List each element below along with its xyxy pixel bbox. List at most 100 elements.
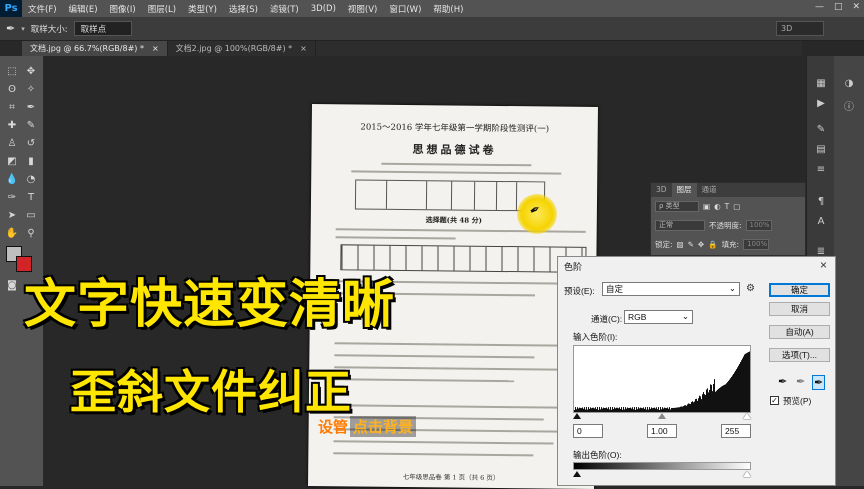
maximize-button[interactable]: □: [834, 2, 843, 12]
text-line: [334, 378, 515, 383]
histogram-bar: [683, 406, 684, 412]
menu-help[interactable]: 帮助(H): [427, 3, 469, 15]
histogram-bar: [737, 367, 738, 412]
info-panel-icon[interactable]: ⓘ: [840, 98, 858, 113]
lasso-tool-icon[interactable]: ʘ: [4, 82, 20, 96]
brush-panel-icon[interactable]: ✎: [812, 124, 830, 135]
dialog-close-icon[interactable]: ×: [820, 258, 827, 272]
gray-point-eyedropper-icon[interactable]: ✒: [796, 375, 805, 388]
type-tool-icon[interactable]: T: [23, 190, 39, 204]
hand-tool-icon[interactable]: ✋: [4, 226, 20, 240]
eyedropper-tool-icon[interactable]: ✒: [6, 22, 15, 35]
output-black-slider[interactable]: [573, 471, 581, 477]
tab-document-1[interactable]: 文档.jpg @ 66.7%(RGB/8#) * ×: [22, 41, 168, 56]
blend-mode-select[interactable]: 正常: [655, 220, 705, 231]
tab-3d[interactable]: 3D: [651, 183, 672, 197]
menu-view[interactable]: 视图(V): [342, 3, 383, 15]
black-point-eyedropper-icon[interactable]: ✒: [778, 375, 787, 388]
histogram-bar: [697, 400, 698, 412]
path-select-tool-icon[interactable]: ➤: [4, 208, 20, 222]
tab-close-icon[interactable]: ×: [300, 44, 307, 53]
menu-filter[interactable]: 滤镜(T): [264, 3, 305, 15]
workspace-select[interactable]: 3D: [776, 21, 824, 36]
brush-tool-icon[interactable]: ✎: [23, 118, 39, 132]
lock-transparency-icon[interactable]: ▨: [677, 240, 684, 249]
history-panel-icon[interactable]: ▦: [812, 78, 830, 89]
gradient-tool-icon[interactable]: ▮: [23, 154, 39, 168]
magic-wand-tool-icon[interactable]: ✧: [23, 82, 39, 96]
input-white-slider[interactable]: [743, 413, 751, 419]
channel-select[interactable]: RGB ⌄: [624, 310, 693, 324]
marquee-tool-icon[interactable]: ⬚: [4, 64, 20, 78]
filter-shape-icon[interactable]: ▢: [733, 202, 740, 211]
blur-tool-icon[interactable]: 💧: [4, 172, 20, 186]
tab-document-2[interactable]: 文档2.jpg @ 100%(RGB/8#) * ×: [167, 41, 316, 56]
tool-preset-chevron-icon[interactable]: ▾: [21, 25, 25, 33]
sample-size-select[interactable]: 取样点: [73, 21, 132, 36]
menu-file[interactable]: 文件(F): [22, 3, 63, 15]
input-gamma-field[interactable]: 1.00: [647, 424, 677, 438]
ok-button[interactable]: 确定: [769, 283, 830, 297]
text-line: [351, 170, 562, 175]
eraser-tool-icon[interactable]: ◩: [4, 154, 20, 168]
histogram-bar: [734, 372, 735, 412]
histogram-bar: [626, 408, 627, 412]
filter-pixel-icon[interactable]: ▣: [703, 202, 710, 211]
menu-window[interactable]: 窗口(W): [383, 3, 427, 15]
tab-close-icon[interactable]: ×: [152, 44, 159, 53]
menu-select[interactable]: 选择(S): [223, 3, 264, 15]
lock-move-icon[interactable]: ✥: [698, 240, 704, 249]
auto-button[interactable]: 自动(A): [769, 325, 830, 339]
lock-all-icon[interactable]: 🔒: [708, 240, 717, 249]
histogram-bar: [617, 407, 618, 412]
filter-adjust-icon[interactable]: ◐: [714, 202, 721, 211]
cancel-button[interactable]: 取消: [769, 302, 830, 316]
options-button[interactable]: 选项(T)...: [769, 348, 830, 362]
quick-mask-icon[interactable]: ◙: [4, 278, 20, 292]
character-panel-icon[interactable]: A: [812, 216, 830, 227]
adjustments-panel-icon[interactable]: ≡: [812, 164, 830, 175]
minimize-button[interactable]: —: [815, 2, 824, 12]
menu-edit[interactable]: 编辑(E): [63, 3, 104, 15]
history-brush-tool-icon[interactable]: ↺: [23, 136, 39, 150]
preset-select[interactable]: 自定 ⌄: [602, 282, 740, 296]
menu-layer[interactable]: 图层(L): [142, 3, 182, 15]
fill-field[interactable]: 100%: [743, 239, 770, 250]
histogram-bar: [594, 408, 595, 412]
white-point-eyedropper-icon[interactable]: ✒: [812, 375, 826, 390]
shape-tool-icon[interactable]: ▭: [23, 208, 39, 222]
menu-3d[interactable]: 3D(D): [305, 4, 342, 14]
crop-tool-icon[interactable]: ⌗: [4, 100, 20, 114]
input-black-slider[interactable]: [573, 413, 581, 419]
filter-type-icon[interactable]: T: [725, 202, 730, 211]
dodge-tool-icon[interactable]: ◔: [23, 172, 39, 186]
close-window-button[interactable]: ✕: [852, 2, 860, 12]
preset-options-gear-icon[interactable]: ⚙: [746, 283, 755, 294]
lock-paint-icon[interactable]: ✎: [688, 240, 694, 249]
input-gamma-slider[interactable]: [658, 413, 666, 419]
move-tool-icon[interactable]: ✥: [23, 64, 39, 78]
menu-image[interactable]: 图像(I): [104, 3, 142, 15]
histogram-bar: [604, 407, 605, 412]
preset-label: 预设(E):: [564, 286, 595, 296]
eyedropper-panel-icon[interactable]: ✒: [23, 100, 39, 114]
layer-kind-filter[interactable]: ρ 类型: [655, 201, 699, 212]
zoom-tool-icon[interactable]: ⚲: [23, 226, 39, 240]
menu-type[interactable]: 类型(Y): [182, 3, 223, 15]
tab-channels[interactable]: 通道: [697, 183, 722, 197]
color-panel-icon[interactable]: ◑: [840, 78, 858, 89]
output-white-slider[interactable]: [743, 471, 751, 477]
paragraph-panel-icon[interactable]: ¶: [812, 196, 830, 207]
healing-brush-tool-icon[interactable]: ✚: [4, 118, 20, 132]
tab-layers[interactable]: 图层: [671, 183, 697, 197]
histogram-bar: [744, 354, 745, 412]
input-white-field[interactable]: 255: [721, 424, 751, 438]
actions-panel-icon[interactable]: ▶: [812, 98, 830, 109]
opacity-field[interactable]: 100%: [745, 220, 772, 231]
tool-presets-icon[interactable]: ▤: [812, 144, 830, 155]
histogram-bar: [718, 388, 719, 412]
stamp-tool-icon[interactable]: ♙: [4, 136, 20, 150]
pen-tool-icon[interactable]: ✑: [4, 190, 20, 204]
preview-checkbox[interactable]: ✓: [770, 396, 779, 405]
input-black-field[interactable]: 0: [573, 424, 603, 438]
